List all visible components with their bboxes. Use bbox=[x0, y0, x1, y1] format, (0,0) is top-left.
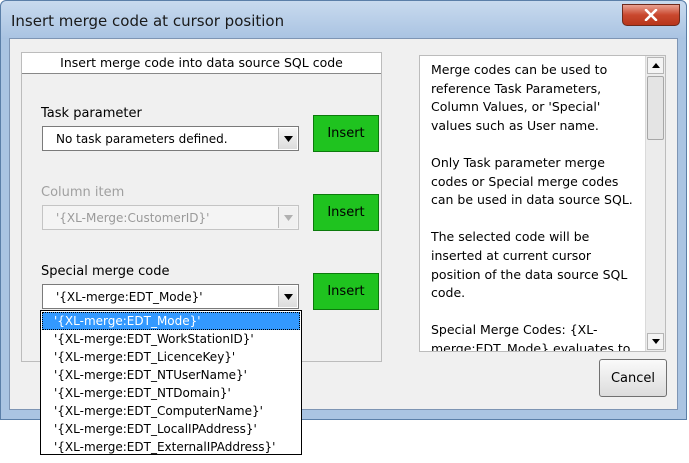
special-merge-dropdown-list[interactable]: '{XL-merge:EDT_Mode}' '{XL-merge:EDT_Wor… bbox=[40, 310, 302, 455]
insert-task-parameter-button[interactable]: Insert bbox=[313, 115, 379, 152]
close-icon bbox=[644, 9, 658, 21]
dropdown-option[interactable]: '{XL-merge:EDT_NTUserName}' bbox=[42, 366, 300, 384]
dropdown-option[interactable]: '{XL-merge:EDT_WorkStationID}' bbox=[42, 330, 300, 348]
column-item-label: Column item bbox=[41, 185, 125, 200]
column-item-combo: '{XL-Merge:CustomerID}' bbox=[42, 205, 299, 230]
dropdown-option[interactable]: '{XL-merge:EDT_Mode}' bbox=[42, 312, 300, 330]
scroll-down-button[interactable] bbox=[647, 333, 664, 350]
info-text: Merge codes can be used to reference Tas… bbox=[431, 61, 643, 352]
info-scrollbar[interactable] bbox=[645, 56, 665, 351]
info-paragraph: Only Task parameter merge codes or Speci… bbox=[431, 154, 633, 208]
dropdown-option[interactable]: '{XL-merge:EDT_ExternalIPAddress}' bbox=[42, 438, 300, 456]
dropdown-option[interactable]: '{XL-merge:EDT_ComputerName}' bbox=[42, 402, 300, 420]
column-item-value: '{XL-Merge:CustomerID}' bbox=[56, 211, 210, 225]
column-item-dropdown-button bbox=[278, 207, 297, 228]
title-bar[interactable]: Insert merge code at cursor position bbox=[1, 1, 686, 39]
info-textbox[interactable]: Merge codes can be used to reference Tas… bbox=[419, 55, 666, 352]
cancel-button[interactable]: Cancel bbox=[599, 359, 667, 397]
window-title: Insert merge code at cursor position bbox=[11, 12, 285, 30]
scroll-down-icon bbox=[651, 339, 660, 344]
info-paragraph: Merge codes can be used to reference Tas… bbox=[431, 62, 608, 133]
special-merge-dropdown-button[interactable] bbox=[278, 286, 297, 307]
dropdown-option[interactable]: '{XL-merge:EDT_LicenceKey}' bbox=[42, 348, 300, 366]
dropdown-option[interactable]: '{XL-merge:EDT_NTDomain}' bbox=[42, 384, 300, 402]
chevron-down-icon bbox=[283, 214, 293, 221]
task-parameter-label: Task parameter bbox=[41, 106, 142, 121]
close-button[interactable] bbox=[622, 4, 680, 26]
special-merge-combo[interactable]: '{XL-merge:EDT_Mode}' bbox=[42, 284, 299, 309]
scroll-up-icon bbox=[651, 63, 660, 68]
task-parameter-combo[interactable]: No task parameters defined. bbox=[42, 126, 299, 151]
task-parameter-dropdown-button[interactable] bbox=[278, 128, 297, 149]
insert-special-merge-button[interactable]: Insert bbox=[313, 273, 379, 310]
special-merge-label: Special merge code bbox=[41, 264, 170, 279]
info-paragraph: Special Merge Codes: {XL-merge:EDT_Mode}… bbox=[431, 322, 631, 352]
dropdown-option[interactable]: '{XL-merge:EDT_LocalIPAddress}' bbox=[42, 420, 300, 438]
task-parameter-value: No task parameters defined. bbox=[56, 132, 228, 146]
insert-column-item-button[interactable]: Insert bbox=[313, 194, 379, 231]
group-header: Insert merge code into data source SQL c… bbox=[22, 53, 381, 74]
chevron-down-icon bbox=[283, 293, 293, 300]
chevron-down-icon bbox=[283, 135, 293, 142]
scroll-thumb[interactable] bbox=[647, 76, 664, 140]
info-paragraph: The selected code will be inserted at cu… bbox=[431, 229, 628, 301]
special-merge-value: '{XL-merge:EDT_Mode}' bbox=[56, 290, 203, 304]
scroll-up-button[interactable] bbox=[647, 57, 664, 74]
